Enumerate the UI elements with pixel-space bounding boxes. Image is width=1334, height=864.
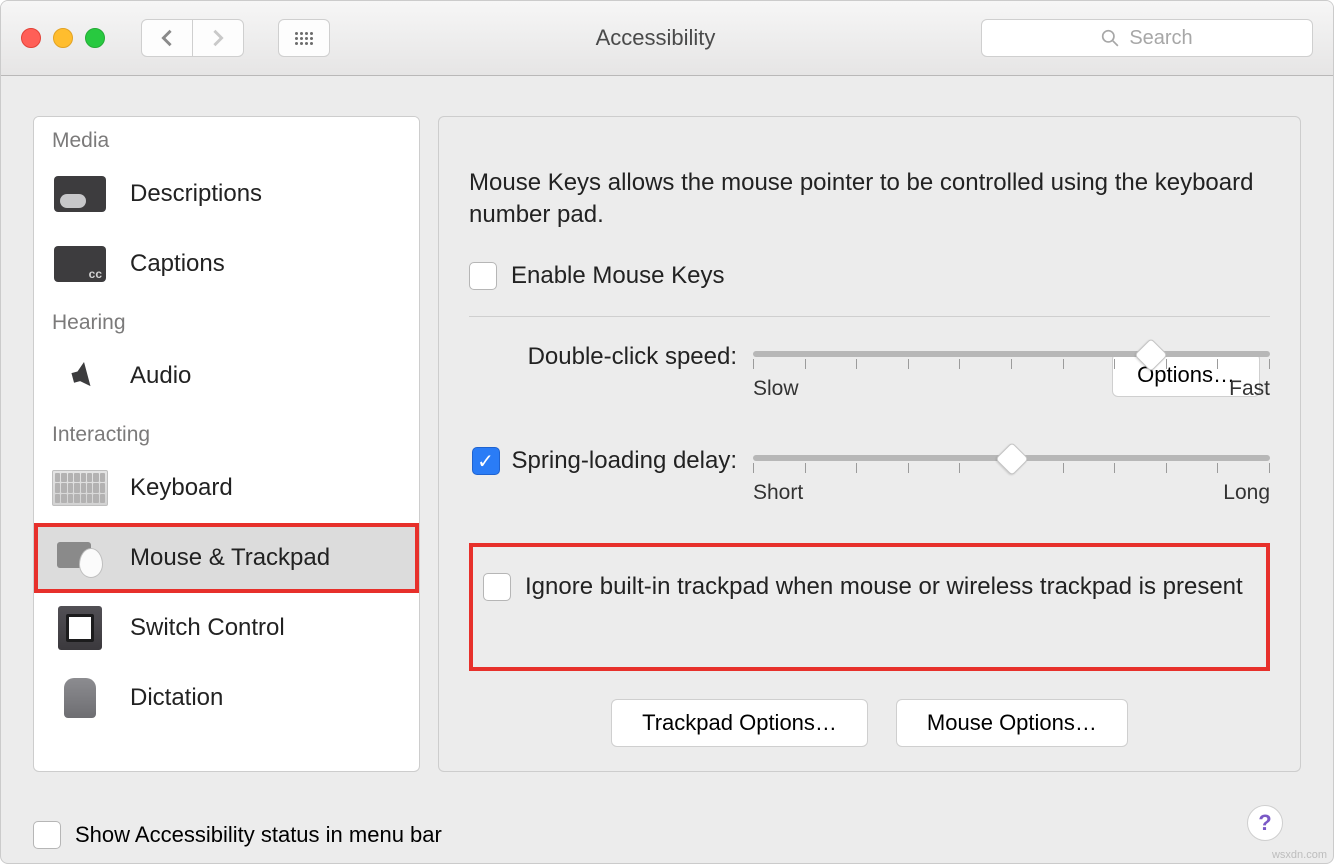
ignore-trackpad-row: Ignore built-in trackpad when mouse or w… (483, 573, 1250, 601)
window-title: Accessibility (348, 25, 963, 51)
settings-panel: Mouse Keys allows the mouse pointer to b… (438, 116, 1301, 772)
chevron-left-icon (158, 29, 176, 47)
search-field[interactable]: Search (981, 19, 1313, 57)
back-button[interactable] (141, 19, 193, 57)
section-header-media: Media (34, 117, 419, 159)
switch-control-icon (58, 606, 102, 650)
trackpad-options-button[interactable]: Trackpad Options… (611, 699, 868, 747)
show-status-checkbox[interactable] (33, 821, 61, 849)
enable-mouse-keys-checkbox[interactable] (469, 262, 497, 290)
content-area: Media Descriptions Captions Hearing Audi… (1, 76, 1333, 772)
show-status-label: Show Accessibility status in menu bar (75, 822, 442, 848)
descriptions-icon (54, 176, 106, 212)
window-controls (21, 28, 105, 48)
double-click-speed-row: Double-click speed: Slow Fast (469, 343, 1270, 401)
sidebar-item-label: Switch Control (130, 614, 285, 642)
slider-max-label: Long (1223, 481, 1270, 505)
category-sidebar[interactable]: Media Descriptions Captions Hearing Audi… (33, 116, 420, 772)
nav-buttons (141, 19, 244, 57)
help-button[interactable]: ? (1247, 805, 1283, 841)
grid-icon (295, 32, 313, 45)
sidebar-item-label: Keyboard (130, 474, 233, 502)
bottom-buttons: Trackpad Options… Mouse Options… (469, 699, 1270, 747)
sidebar-item-dictation[interactable]: Dictation (34, 663, 419, 733)
section-header-interacting: Interacting (34, 411, 419, 453)
accessibility-preferences-window: Accessibility Search Media Descriptions … (0, 0, 1334, 864)
keyboard-icon (52, 470, 108, 506)
slider-min-label: Slow (753, 377, 799, 401)
spring-loading-label: Spring-loading delay: (512, 447, 737, 474)
audio-icon (48, 348, 113, 403)
mouse-trackpad-icon (53, 538, 107, 578)
chevron-right-icon (209, 29, 227, 47)
sidebar-item-switch-control[interactable]: Switch Control (34, 593, 419, 663)
sidebar-item-label: Dictation (130, 684, 223, 712)
watermark-text: wsxdn.com (1272, 849, 1327, 861)
slider-min-label: Short (753, 481, 803, 505)
spring-loading-delay-row: ✓ Spring-loading delay: Short Long (469, 447, 1270, 505)
window-toolbar: Accessibility Search (1, 1, 1333, 76)
separator (469, 316, 1270, 317)
zoom-window-button[interactable] (85, 28, 105, 48)
dictation-icon (64, 678, 96, 718)
sidebar-item-label: Mouse & Trackpad (130, 544, 330, 572)
ignore-trackpad-checkbox[interactable] (483, 573, 511, 601)
sidebar-item-label: Descriptions (130, 180, 262, 208)
close-window-button[interactable] (21, 28, 41, 48)
sidebar-item-label: Captions (130, 250, 225, 278)
sidebar-item-keyboard[interactable]: Keyboard (34, 453, 419, 523)
spring-loading-delay-slider[interactable]: Short Long (753, 447, 1270, 505)
double-click-speed-slider[interactable]: Slow Fast (753, 343, 1270, 401)
section-header-hearing: Hearing (34, 299, 419, 341)
sidebar-item-captions[interactable]: Captions (34, 229, 419, 299)
double-click-speed-label: Double-click speed: (469, 343, 737, 371)
ignore-trackpad-highlight: Ignore built-in trackpad when mouse or w… (469, 543, 1270, 671)
slider-max-label: Fast (1229, 377, 1270, 401)
mouse-keys-description: Mouse Keys allows the mouse pointer to b… (469, 167, 1270, 232)
search-placeholder: Search (1129, 27, 1192, 50)
captions-icon (54, 246, 106, 282)
ignore-trackpad-label: Ignore built-in trackpad when mouse or w… (525, 573, 1243, 601)
show-all-button[interactable] (278, 19, 330, 57)
sidebar-item-mouse-trackpad[interactable]: Mouse & Trackpad (34, 523, 419, 593)
sidebar-item-label: Audio (130, 362, 191, 390)
mouse-options-button[interactable]: Mouse Options… (896, 699, 1128, 747)
enable-mouse-keys-label: Enable Mouse Keys (511, 262, 724, 290)
footer-row: Show Accessibility status in menu bar (33, 821, 1301, 849)
minimize-window-button[interactable] (53, 28, 73, 48)
enable-mouse-keys-row: Enable Mouse Keys (469, 262, 1270, 290)
search-icon (1101, 29, 1119, 47)
sidebar-item-descriptions[interactable]: Descriptions (34, 159, 419, 229)
spring-loading-checkbox[interactable]: ✓ (472, 447, 500, 475)
sidebar-item-audio[interactable]: Audio (34, 341, 419, 411)
forward-button[interactable] (192, 19, 244, 57)
